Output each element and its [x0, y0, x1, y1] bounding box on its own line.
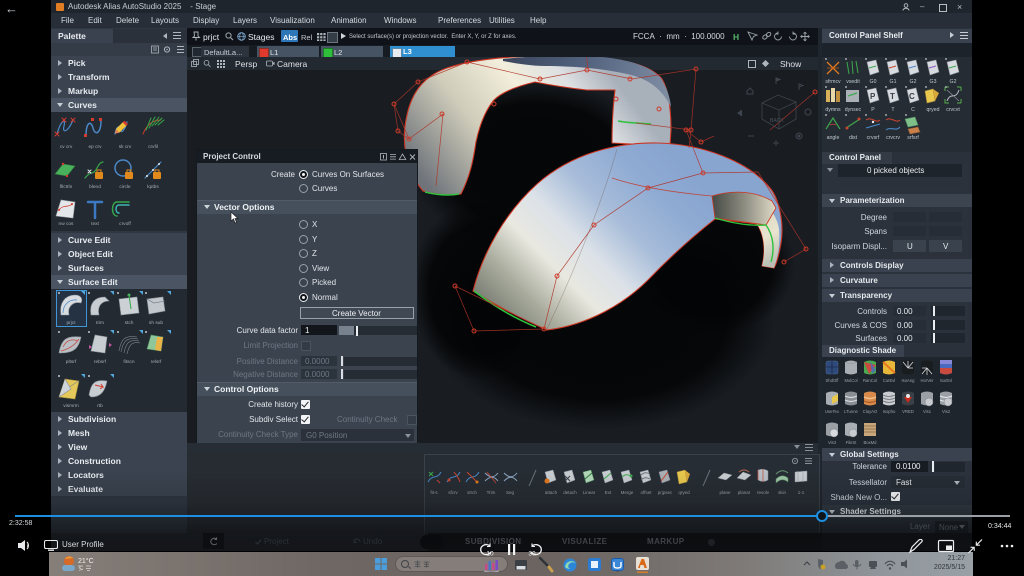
svg-text:crvfil: crvfil [148, 144, 158, 150]
svg-text:vismrm: vismrm [63, 403, 78, 409]
svg-text:G3: G3 [930, 79, 937, 85]
svg-text:21°C: 21°C [78, 557, 94, 565]
svg-text:dist: dist [849, 135, 858, 141]
svg-text:SurEvl: SurEvl [940, 378, 952, 383]
svg-text:dymns: dymns [825, 107, 841, 113]
svg-text:qryed: qryed [927, 107, 940, 113]
svg-text:P: P [871, 107, 875, 113]
svg-text:stch: stch [125, 320, 134, 326]
svg-text:rebsrf: rebsrf [94, 359, 107, 365]
svg-text:G1: G1 [890, 79, 897, 85]
svg-text:RanCol: RanCol [863, 378, 877, 383]
svg-text:Isopho: Isopho [883, 409, 896, 414]
svg-text:CurEvl: CurEvl [883, 378, 896, 383]
svg-text:10: 10 [486, 551, 494, 558]
svg-text:circle: circle [119, 184, 131, 190]
svg-text:FileSt: FileSt [846, 440, 858, 445]
svg-text:C: C [909, 92, 915, 101]
svg-text:T: T [891, 107, 895, 113]
svg-text:ShdOff: ShdOff [826, 378, 840, 383]
svg-text:UseTex: UseTex [825, 409, 840, 414]
svg-text:blend: blend [89, 184, 101, 190]
svg-text:sh sub: sh sub [149, 320, 163, 326]
svg-text:rtb: rtb [97, 403, 103, 409]
svg-text:crvcvt: crvcvt [946, 107, 960, 113]
svg-text:ep crv: ep crv [88, 144, 102, 150]
svg-text:crvsrf: crvsrf [867, 135, 880, 141]
svg-text:IsoAng: IsoAng [901, 378, 915, 383]
svg-text:ClayAO: ClayAO [863, 409, 878, 414]
svg-text:kptbs: kptbs [147, 184, 159, 190]
svg-text:fllctrln: fllctrln [60, 184, 73, 190]
svg-text:G2: G2 [950, 79, 957, 85]
svg-text:VRED: VRED [902, 409, 914, 414]
svg-text:prjct: prjct [66, 320, 76, 326]
svg-text:pltsrf: pltsrf [66, 359, 77, 365]
svg-text:dynsec: dynsec [845, 107, 862, 113]
svg-text:BoxMd: BoxMd [863, 440, 877, 445]
svg-text:sfrmcv: sfrmcv [825, 79, 841, 85]
svg-text:HorVer: HorVer [920, 378, 934, 383]
svg-text:BACK: BACK [770, 118, 784, 124]
svg-text:C: C [911, 107, 915, 113]
svg-text:G2: G2 [910, 79, 917, 85]
svg-text:trim: trim [96, 320, 104, 326]
svg-text:fitscn: fitscn [123, 359, 135, 365]
svg-text:cv crv: cv crv [60, 144, 73, 150]
svg-text:Vis1: Vis1 [923, 409, 932, 414]
svg-text:nw cos: nw cos [59, 222, 75, 227]
svg-text:MulCol: MulCol [844, 378, 857, 383]
svg-text:sk crv: sk crv [119, 144, 132, 150]
svg-text:G0: G0 [870, 79, 877, 85]
svg-text:srfsrf: srfsrf [907, 135, 919, 141]
svg-text:angle: angle [827, 135, 840, 141]
svg-text:Vis3: Vis3 [828, 440, 837, 445]
svg-text:30: 30 [528, 551, 536, 558]
svg-text:P: P [870, 92, 876, 101]
svg-text:text: text [91, 221, 99, 227]
svg-text:crvcrv: crvcrv [886, 135, 900, 141]
svg-text:T: T [890, 92, 895, 101]
svg-text:vsedit: vsedit [846, 79, 860, 85]
svg-text:Vis2: Vis2 [942, 409, 951, 414]
svg-text:LTunne: LTunne [844, 409, 858, 414]
svg-text:crvoff: crvoff [119, 221, 131, 227]
svg-text:relsrf: relsrf [151, 359, 162, 365]
